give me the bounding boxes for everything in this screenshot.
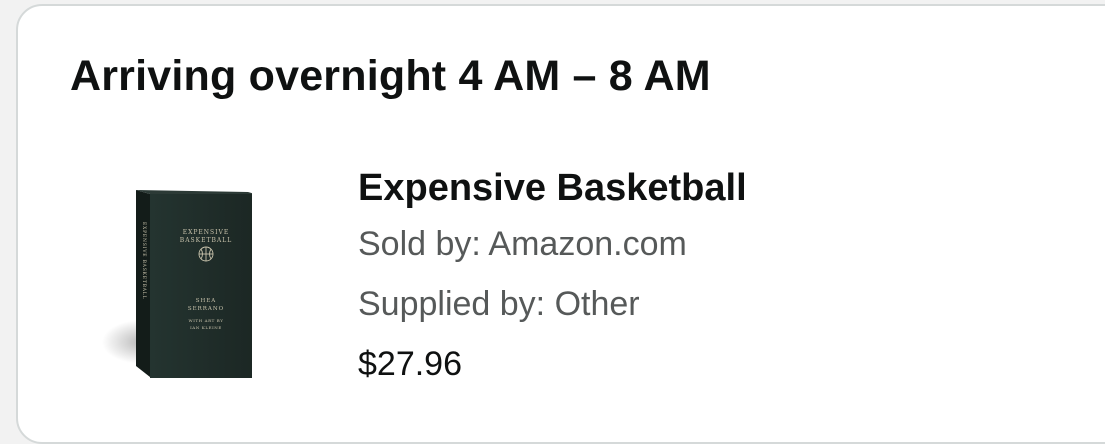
product-title-link[interactable]: Expensive Basketball bbox=[358, 162, 747, 214]
sold-by-text: Sold by: Amazon.com bbox=[358, 225, 687, 263]
book-cover-illustration: EXPENSIVE BASKETBALL EXPENSIVE BASKETBAL… bbox=[102, 190, 262, 378]
cover-author-line2: SERRANO bbox=[188, 306, 224, 312]
book-front-cover bbox=[150, 194, 262, 378]
product-price: $27.96 bbox=[358, 345, 462, 383]
cover-credit-line2: IAN KLEINE bbox=[190, 325, 222, 330]
supplied-by-text: Supplied by: Other bbox=[358, 285, 640, 323]
cover-credit-line1: WITH ART BY bbox=[189, 318, 224, 323]
product-image[interactable]: EXPENSIVE BASKETBALL EXPENSIVE BASKETBAL… bbox=[102, 182, 262, 382]
product-details: Expensive Basketball Sold by: Amazon.com… bbox=[358, 162, 747, 394]
order-item-card: Arriving overnight 4 AM – 8 AM EXPENSIVE… bbox=[16, 4, 1105, 444]
basketball-icon bbox=[198, 246, 214, 262]
delivery-heading: Arriving overnight 4 AM – 8 AM bbox=[70, 52, 711, 100]
spine-text: EXPENSIVE BASKETBALL bbox=[141, 222, 147, 299]
cover-title-line1: EXPENSIVE bbox=[183, 229, 230, 236]
cover-title-line2: BASKETBALL bbox=[180, 237, 232, 244]
cover-author-line1: SHEA bbox=[196, 298, 217, 304]
